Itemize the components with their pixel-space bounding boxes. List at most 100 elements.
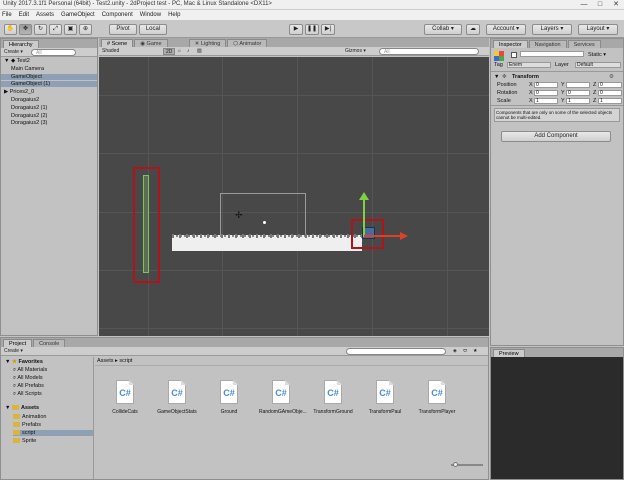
transform-x-field[interactable]: 0 — [534, 90, 558, 96]
transform-x-field[interactable]: 1 — [534, 98, 558, 104]
folder-item[interactable]: Sprite — [13, 438, 93, 444]
transform-z-field[interactable]: 0 — [598, 90, 622, 96]
favorite-icon[interactable]: ★ — [473, 348, 477, 355]
rect-tool-button[interactable]: ▣ — [64, 24, 77, 35]
transform-x-field[interactable]: 0 — [534, 82, 558, 88]
account-dropdown[interactable]: Account ▾ — [486, 24, 526, 35]
menu-assets[interactable]: Assets — [36, 12, 54, 18]
static-checkbox[interactable]: Static ▾ — [588, 52, 606, 58]
scene-viewport[interactable]: ✢ — [99, 57, 489, 336]
script-asset[interactable]: C# TransformPlayer — [415, 380, 459, 415]
gizmo-y-axis[interactable] — [363, 197, 365, 237]
filter-label-icon[interactable]: ⬭ — [463, 348, 467, 355]
favorites-header[interactable]: ▼ ★ Favorites — [5, 359, 43, 365]
local-toggle[interactable]: Local — [139, 24, 167, 35]
favorite-item[interactable]: ⌕ All Models — [13, 375, 43, 382]
effects-toggle-icon[interactable]: ▨ — [197, 48, 202, 55]
hierarchy-item[interactable]: Main Camera — [1, 66, 97, 72]
minimize-button[interactable]: — — [576, 0, 592, 10]
shading-mode-dropdown[interactable]: Shaded — [102, 48, 119, 55]
folder-item[interactable]: script — [13, 430, 93, 436]
tab-services[interactable]: Services — [567, 40, 601, 48]
audio-toggle-icon[interactable]: ♪ — [187, 48, 190, 55]
menu-window[interactable]: Window — [140, 12, 161, 18]
hierarchy-item[interactable]: GameObject — [1, 73, 97, 80]
script-asset[interactable]: C# TransformPaul — [363, 380, 407, 415]
layer-dropdown[interactable]: Default — [575, 62, 621, 68]
tab-hierarchy[interactable]: Hierarchy — [3, 40, 39, 48]
active-checkbox[interactable] — [511, 52, 517, 58]
script-asset[interactable]: C# CollideCats — [103, 380, 147, 415]
cloud-button[interactable]: ☁ — [466, 24, 480, 35]
hand-tool-button[interactable]: ✋ — [4, 24, 17, 35]
scene-search-input[interactable]: All — [379, 48, 479, 55]
menu-edit[interactable]: Edit — [19, 12, 29, 18]
hierarchy-item[interactable]: Doragaius2 — [1, 97, 97, 103]
menu-help[interactable]: Help — [168, 12, 180, 18]
tab-navigation[interactable]: Navigation — [528, 40, 567, 48]
tab-lighting[interactable]: ☀ Lighting — [188, 39, 227, 47]
assets-header[interactable]: ▼ Assets — [5, 405, 39, 411]
menu-gameobject[interactable]: GameObject — [61, 12, 95, 18]
gizmo-x-arrow-icon[interactable] — [400, 232, 408, 240]
script-asset[interactable]: C# TransformGround — [311, 380, 355, 415]
folder-item[interactable]: Animation — [13, 414, 93, 420]
add-component-button[interactable]: Add Component — [501, 131, 611, 142]
icon-size-slider-handle[interactable] — [453, 462, 458, 467]
gizmos-dropdown[interactable]: Gizmos ▾ — [345, 48, 366, 55]
layers-dropdown[interactable]: Layers ▾ — [532, 24, 572, 35]
gizmo-x-axis[interactable] — [364, 235, 402, 237]
tab-inspector[interactable]: Inspector — [493, 40, 528, 48]
play-button[interactable]: ▶ — [289, 24, 303, 35]
component-settings-icon[interactable]: ⚙ — [609, 74, 614, 80]
collab-dropdown[interactable]: Collab ▾ — [424, 24, 462, 35]
pivot-toggle[interactable]: Pivot — [109, 24, 137, 35]
hierarchy-item[interactable]: Doragaius2 (3) — [1, 120, 97, 126]
hierarchy-search-input[interactable]: All — [31, 49, 76, 56]
project-search-input[interactable] — [346, 348, 446, 355]
tag-dropdown[interactable]: Enem — [507, 62, 551, 68]
hierarchy-create-button[interactable]: Create ▾ — [4, 49, 23, 56]
layout-dropdown[interactable]: Layout ▾ — [578, 24, 618, 35]
hierarchy-item[interactable]: Doragaius2 (2) — [1, 113, 97, 119]
tab-game[interactable]: ◉ Game — [134, 39, 168, 47]
favorite-item[interactable]: ⌕ All Prefabs — [13, 383, 44, 390]
transform-foldout-icon[interactable]: ▼ — [494, 74, 499, 80]
project-breadcrumb[interactable]: Assets ▸ script — [97, 358, 132, 364]
script-asset[interactable]: C# RandomGAmeObje... — [259, 380, 307, 415]
folder-item[interactable]: Prefabs — [13, 422, 93, 428]
step-button[interactable]: ▶| — [321, 24, 335, 35]
transform-y-field[interactable] — [566, 82, 590, 88]
lighting-toggle-icon[interactable]: ☼ — [177, 48, 182, 55]
transform-z-field[interactable]: 0 — [598, 82, 622, 88]
menu-component[interactable]: Component — [102, 12, 133, 18]
tab-animator[interactable]: ⬡ Animator — [227, 39, 268, 47]
move-tool-button[interactable]: ✥ — [19, 24, 32, 35]
script-asset[interactable]: C# GameObjectStats — [155, 380, 199, 415]
transform-z-field[interactable]: 1 — [598, 98, 622, 104]
tab-preview[interactable]: Preview — [493, 349, 525, 357]
project-create-button[interactable]: Create ▾ — [4, 348, 23, 355]
favorite-item[interactable]: ⌕ All Scripts — [13, 391, 42, 398]
tab-console[interactable]: Console — [33, 339, 66, 347]
transform-y-field[interactable]: 1 — [566, 98, 590, 104]
transform-y-field[interactable]: 0 — [566, 90, 590, 96]
tab-project[interactable]: Project — [3, 339, 33, 347]
filter-type-icon[interactable]: ◈ — [453, 348, 457, 355]
hierarchy-item[interactable]: GameObject (1) — [1, 81, 97, 88]
hierarchy-item[interactable]: Doragaius2 (1) — [1, 105, 97, 111]
menu-file[interactable]: File — [2, 12, 12, 18]
rotate-tool-button[interactable]: ↻ — [34, 24, 47, 35]
name-field[interactable] — [520, 51, 584, 57]
pause-button[interactable]: ❚❚ — [305, 24, 319, 35]
close-button[interactable]: ✕ — [608, 0, 624, 10]
transform-tool-button[interactable]: ⊕ — [79, 24, 92, 35]
maximize-button[interactable]: □ — [592, 0, 608, 10]
favorite-item[interactable]: ⌕ All Materials — [13, 367, 47, 374]
scale-tool-button[interactable]: ⤢ — [49, 24, 62, 35]
hierarchy-item[interactable]: ▼ ◆ Test2 — [1, 58, 97, 64]
2d-toggle[interactable]: 2D — [163, 48, 176, 55]
hierarchy-item[interactable]: ▶ Prices2_0 — [1, 89, 97, 95]
gizmo-y-arrow-icon[interactable] — [359, 192, 369, 200]
script-asset[interactable]: C# Ground — [207, 380, 251, 415]
